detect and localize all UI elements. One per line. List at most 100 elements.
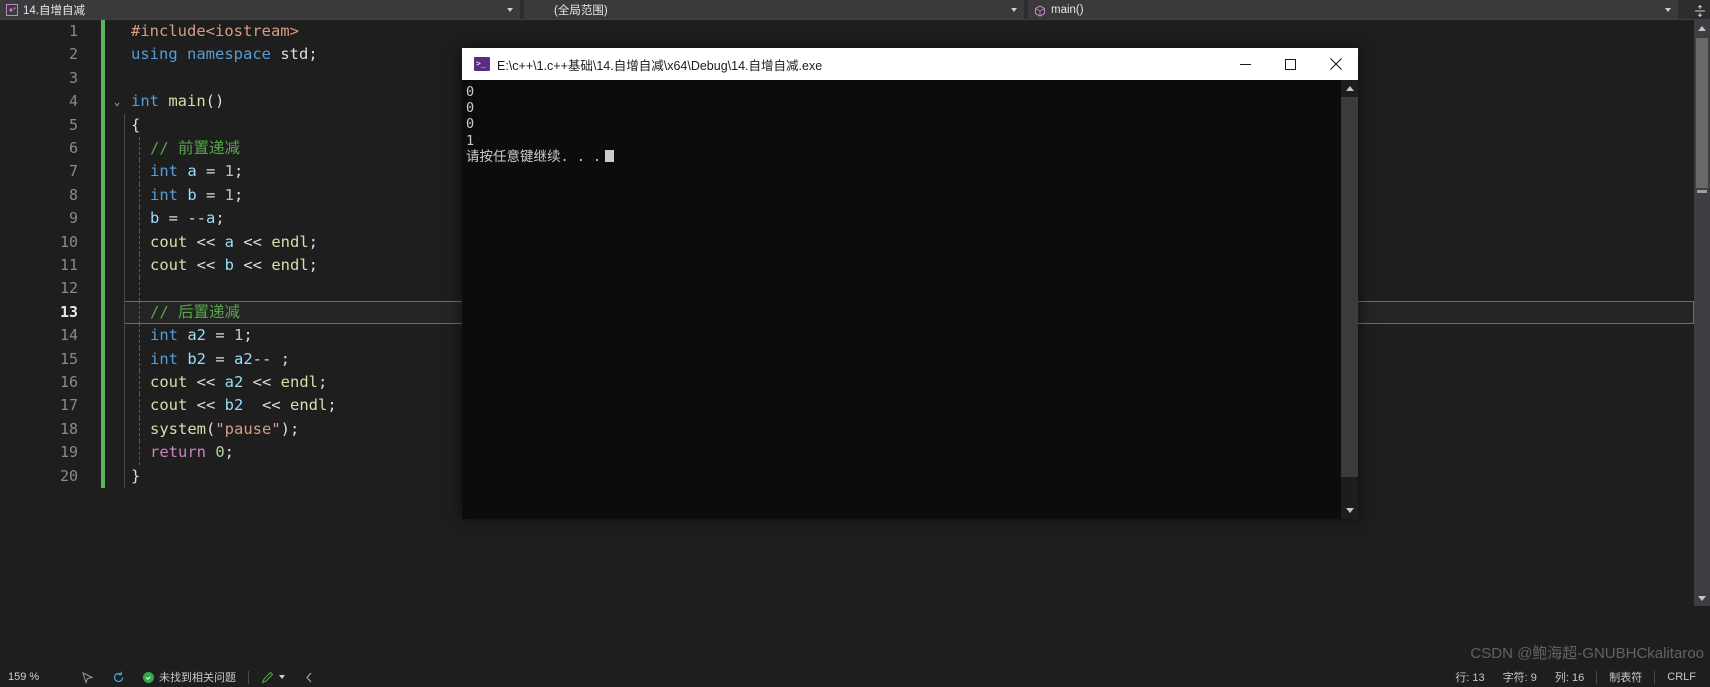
- code-token: <<: [187, 373, 225, 391]
- code-token: );: [280, 419, 300, 438]
- code-token: =: [196, 162, 225, 181]
- line-number: 7: [68, 162, 78, 181]
- code-text: // 后置递减: [150, 301, 240, 324]
- code-token: b: [150, 209, 160, 228]
- code-text: cout << b2 << endl;: [150, 394, 337, 417]
- eol-indicator[interactable]: CRLF: [1658, 671, 1710, 683]
- scrollbar-thumb[interactable]: [1696, 38, 1708, 188]
- function-name-label: main(): [1051, 3, 1084, 16]
- code-token: =: [206, 349, 234, 368]
- nav-back-button[interactable]: [294, 671, 325, 684]
- console-window[interactable]: E:\c++\1.c++基础\14.自增自减\x64\Debug\14.自增自减…: [462, 48, 1358, 519]
- code-token: 1: [234, 326, 244, 345]
- change-indicator-bar: [101, 137, 105, 161]
- code-token: std: [280, 45, 309, 64]
- line-number: 2: [68, 45, 78, 64]
- console-output-area[interactable]: 0 0 0 1 请按任意键继续. . .: [462, 80, 1358, 519]
- scope-dropdown[interactable]: (全局范围): [524, 0, 1024, 19]
- file-dropdown[interactable]: 14.自增自减: [0, 0, 520, 19]
- code-token: {: [131, 115, 141, 134]
- change-indicator-bar: [101, 20, 105, 44]
- selection-indicator[interactable]: [72, 671, 103, 684]
- code-token: int: [150, 162, 188, 181]
- indent-guide-dashed: [139, 230, 140, 254]
- code-token: #include: [131, 22, 206, 40]
- refresh-icon: [113, 671, 124, 682]
- indent-guide: [124, 113, 125, 137]
- indent-guide: [124, 183, 125, 208]
- change-indicator-bar: [101, 66, 105, 91]
- indent-guide-dashed: [139, 277, 140, 301]
- maximize-button[interactable]: [1268, 48, 1313, 80]
- change-indicator-bar: [101, 277, 105, 301]
- indent-guide-dashed: [139, 371, 140, 395]
- indent-guide-dashed: [139, 441, 140, 465]
- indent-guide: [124, 441, 125, 465]
- indent-guide: [124, 254, 125, 278]
- code-token: b2: [224, 396, 244, 415]
- editor-vertical-scrollbar[interactable]: [1694, 20, 1710, 606]
- line-number: 6: [68, 139, 78, 157]
- code-token: b2: [187, 349, 206, 368]
- refresh-indicator[interactable]: [103, 671, 134, 684]
- chevron-down-icon[interactable]: [279, 675, 285, 679]
- status-bar: 159 % 未找到相关问题 行: 13 字符: 9 列: 16 制表符 CRLF: [0, 667, 1710, 687]
- code-text: int a = 1;: [150, 160, 243, 183]
- char-indicator[interactable]: 字符: 9: [1494, 669, 1546, 685]
- code-token: b: [187, 185, 197, 204]
- console-scrollbar[interactable]: [1341, 80, 1358, 519]
- code-text: using namespace std;: [131, 43, 318, 66]
- console-prompt-text: 请按任意键继续. . .: [466, 148, 602, 165]
- scroll-up-button[interactable]: [1694, 20, 1710, 36]
- indent-guide-dashed: [139, 254, 140, 278]
- code-text: int b2 = a2-- ;: [150, 348, 290, 371]
- split-view-icon[interactable]: [1694, 4, 1706, 18]
- change-indicator-bar: [101, 43, 105, 67]
- code-text: int main(): [131, 90, 224, 113]
- code-token: a: [206, 209, 216, 228]
- indent-guide: [124, 300, 125, 325]
- pen-tools-indicator[interactable]: [252, 671, 294, 684]
- minimize-button[interactable]: [1223, 48, 1268, 80]
- close-button[interactable]: [1313, 48, 1358, 80]
- line-indicator[interactable]: 行: 13: [1446, 669, 1493, 685]
- code-token: cout: [150, 373, 188, 391]
- col-indicator[interactable]: 列: 16: [1546, 669, 1593, 685]
- line-number: 5: [68, 115, 78, 134]
- code-token: ;: [224, 443, 235, 462]
- check-circle-icon: [143, 671, 154, 683]
- console-scroll-up-button[interactable]: [1341, 80, 1358, 97]
- console-scrollbar-thumb[interactable]: [1341, 97, 1358, 477]
- zoom-level-label[interactable]: 159 %: [0, 671, 72, 683]
- chevron-left-icon: [306, 672, 312, 682]
- function-dropdown[interactable]: main(): [1028, 0, 1678, 19]
- indent-guide-dashed: [139, 394, 140, 418]
- code-token: cout: [150, 396, 188, 415]
- code-token: namespace: [187, 45, 281, 64]
- console-scroll-down-button[interactable]: [1341, 502, 1358, 519]
- console-output-line: 0: [466, 84, 475, 100]
- code-token: ;: [234, 185, 244, 204]
- code-token: =: [206, 326, 234, 345]
- collapse-chevron-icon[interactable]: ⌄: [110, 90, 124, 113]
- code-token: endl: [280, 373, 318, 391]
- scroll-down-button[interactable]: [1694, 590, 1710, 606]
- code-token: }: [131, 466, 141, 485]
- change-indicator-bar: [101, 371, 105, 395]
- code-line[interactable]: 1 #include<iostream>: [0, 20, 1694, 44]
- change-indicator-bar: [101, 254, 105, 278]
- code-token: <<: [234, 256, 272, 274]
- code-token: main: [168, 92, 206, 111]
- change-indicator-bar: [101, 113, 105, 137]
- issues-indicator[interactable]: 未找到相关问题: [134, 669, 245, 685]
- code-token: ;: [234, 162, 244, 181]
- tabs-indicator[interactable]: 制表符: [1600, 669, 1651, 685]
- code-text: int a2 = 1;: [150, 324, 253, 347]
- status-divider: [248, 670, 249, 684]
- indent-guide: [124, 207, 125, 231]
- code-token: --: [187, 209, 207, 228]
- line-number: 3: [68, 68, 78, 87]
- console-title-bar[interactable]: E:\c++\1.c++基础\14.自增自减\x64\Debug\14.自增自减…: [462, 48, 1358, 80]
- console-output-line: 0: [466, 116, 475, 133]
- chevron-up-icon: [1345, 86, 1354, 91]
